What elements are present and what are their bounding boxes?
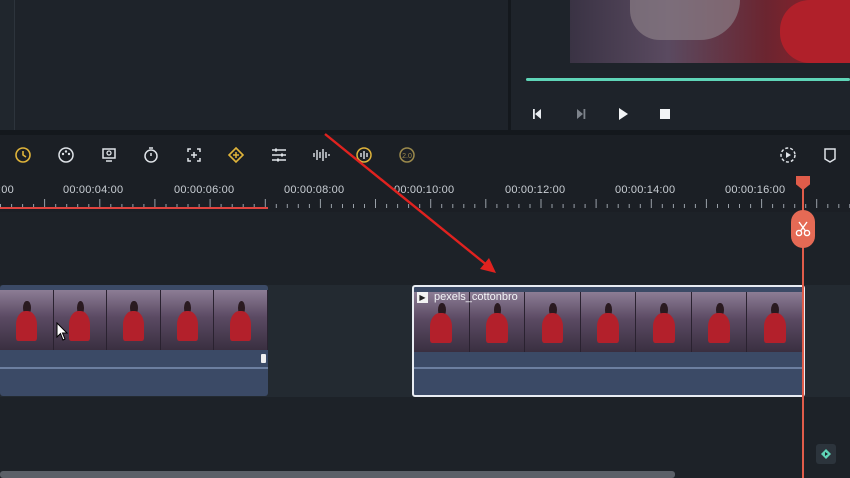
media-panel-sidebar — [0, 0, 15, 130]
scissors-icon — [795, 221, 811, 237]
play-icon — [619, 108, 628, 120]
ai-audio-button[interactable] — [354, 145, 374, 165]
prev-frame-button[interactable] — [529, 105, 547, 123]
keyframe-icon — [227, 146, 245, 164]
clip-play-icon: ▶ — [417, 291, 428, 303]
marker-icon — [824, 148, 836, 163]
auto-enhance-button[interactable]: 2.0 — [397, 145, 417, 165]
preview-video-frame — [570, 0, 850, 63]
clip-title-row: ▶ pexels_cottonbro — [417, 290, 518, 304]
green-screen-icon — [102, 148, 116, 162]
clip-thumbnails — [0, 290, 268, 350]
play-button[interactable] — [614, 105, 632, 123]
ruler-label: 00:00:16:00 — [725, 184, 786, 196]
split-button[interactable] — [791, 210, 815, 248]
marker-button[interactable] — [820, 145, 840, 165]
clip-trim-handle[interactable] — [261, 354, 266, 363]
clip-audio-line — [414, 367, 803, 369]
ruler-label: 00:00:06:00 — [174, 184, 235, 196]
color-palette-icon — [58, 147, 74, 163]
ruler-label: 00:00:08:00 — [284, 184, 345, 196]
crop-zoom-button[interactable] — [184, 145, 204, 165]
timeline-expand-button[interactable] — [816, 444, 836, 464]
color-button[interactable] — [56, 145, 76, 165]
adjust-icon — [272, 148, 286, 162]
keyframe-button[interactable] — [226, 145, 246, 165]
media-panel — [0, 0, 508, 130]
adjust-button[interactable] — [269, 145, 289, 165]
selected-range-indicator — [0, 207, 268, 209]
ruler-ticks — [0, 199, 850, 208]
audio-wave-icon — [313, 149, 330, 161]
diamond-arrow-icon — [821, 449, 831, 459]
ruler-label-partial: :00 — [0, 184, 14, 196]
speed-icon — [15, 147, 31, 163]
ai-audio-icon — [356, 147, 372, 163]
crop-zoom-icon — [187, 148, 201, 162]
render-preview-icon — [780, 147, 796, 163]
ruler-label: 00:00:14:00 — [615, 184, 676, 196]
ruler-label: 00:00:12:00 — [505, 184, 566, 196]
video-clip-selected[interactable]: ▶ pexels_cottonbro — [412, 285, 805, 397]
ruler-label: 00:00:10:00 — [394, 184, 455, 196]
mouse-cursor-icon — [56, 322, 69, 341]
green-screen-button[interactable] — [99, 145, 119, 165]
prev-frame-icon — [533, 109, 541, 119]
stop-button[interactable] — [656, 105, 674, 123]
svg-text:2.0: 2.0 — [402, 153, 412, 160]
horizontal-scrollbar[interactable] — [0, 471, 675, 478]
render-preview-button[interactable] — [778, 145, 798, 165]
video-clip-left[interactable] — [0, 285, 268, 396]
stop-icon — [660, 109, 670, 119]
next-frame-icon — [577, 109, 586, 119]
clip-audio-line — [0, 367, 268, 369]
duration-button[interactable] — [141, 145, 161, 165]
ruler-label: 00:00:04:00 — [63, 184, 124, 196]
next-frame-button[interactable] — [571, 105, 589, 123]
audio-button[interactable] — [311, 145, 331, 165]
preview-progress-bar[interactable] — [526, 78, 850, 81]
timeline-toolbar — [0, 135, 850, 175]
timer-icon — [144, 147, 158, 163]
auto-enhance-icon: 2.0 — [399, 147, 415, 163]
clip-title: pexels_cottonbro — [434, 291, 518, 303]
speed-button[interactable] — [13, 145, 33, 165]
